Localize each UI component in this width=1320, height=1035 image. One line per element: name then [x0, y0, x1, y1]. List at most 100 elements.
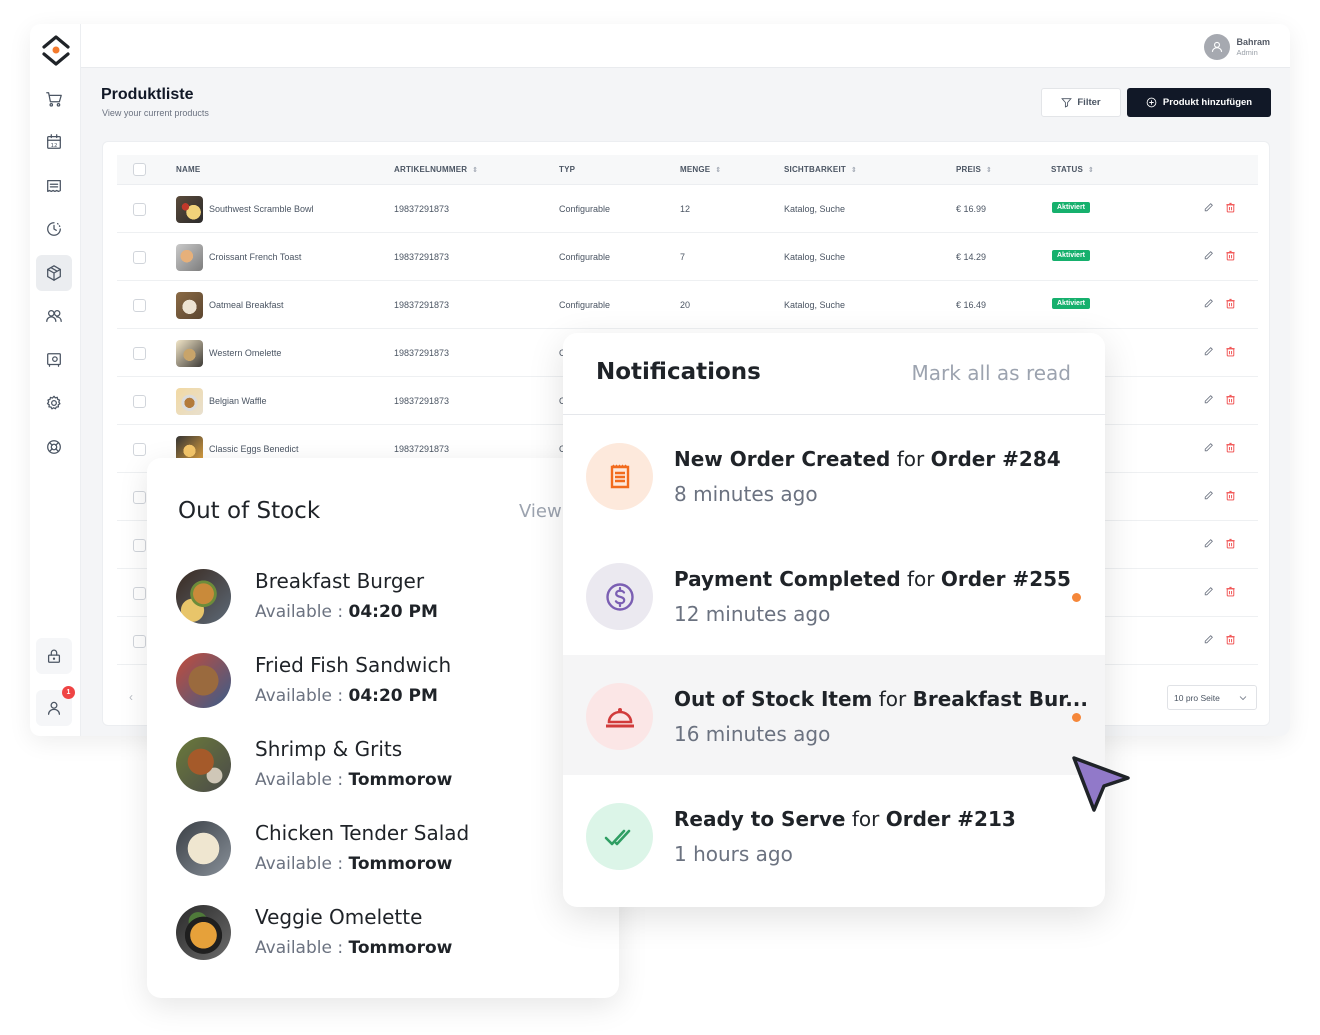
sidebar-item-finance[interactable] [36, 342, 72, 378]
out-of-stock-item[interactable]: Chicken Tender Salad Available : Tommoro… [176, 821, 596, 881]
table-row[interactable]: Oatmeal Breakfast 19837291873 Configurable… [117, 281, 1258, 329]
delete-icon[interactable] [1225, 490, 1236, 501]
product-price: € 16.99 [956, 204, 987, 214]
out-of-stock-item[interactable]: Fried Fish Sandwich Available : 04:20 PM [176, 653, 596, 713]
select-all-checkbox[interactable] [133, 163, 146, 176]
delete-icon[interactable] [1225, 634, 1236, 645]
out-of-stock-item[interactable]: Shrimp & Grits Available : Tommorow [176, 737, 596, 797]
notification-time: 1 hours ago [674, 842, 793, 866]
notification-item[interactable]: Out of Stock Item for Breakfast Bur... 1… [563, 655, 1105, 775]
row-checkbox[interactable] [133, 251, 146, 264]
view-all-link[interactable]: View [519, 501, 562, 522]
delete-icon[interactable] [1225, 298, 1236, 309]
row-checkbox[interactable] [133, 299, 146, 312]
sidebar-item-customers[interactable] [36, 298, 72, 334]
food-image [176, 569, 231, 624]
row-checkbox[interactable] [133, 539, 146, 552]
product-name[interactable]: Belgian Waffle [209, 396, 267, 406]
mark-all-read-button[interactable]: Mark all as read [912, 361, 1071, 385]
row-checkbox[interactable] [133, 491, 146, 504]
row-checkbox[interactable] [133, 395, 146, 408]
sidebar-item-lock[interactable] [36, 638, 72, 674]
delete-icon[interactable] [1225, 538, 1236, 549]
product-thumbnail [176, 340, 203, 367]
product-name[interactable]: Oatmeal Breakfast [209, 300, 284, 310]
edit-icon[interactable] [1203, 250, 1214, 261]
food-image [176, 905, 231, 960]
notifications-panel: Notifications Mark all as read New Order… [563, 333, 1105, 907]
notification-item[interactable]: New Order Created for Order #284 8 minut… [563, 415, 1105, 535]
cart-icon [46, 92, 62, 107]
sidebar-item-orders[interactable] [36, 168, 72, 204]
sidebar-item-calendar[interactable]: 12 [36, 124, 72, 160]
user-menu[interactable]: Bahram Admin [1204, 34, 1270, 60]
product-type: Configurable [559, 252, 611, 262]
product-name[interactable]: Croissant French Toast [209, 252, 301, 262]
delete-icon[interactable] [1225, 586, 1236, 597]
product-name[interactable]: Western Omelette [209, 348, 281, 358]
notification-item[interactable]: Payment Completed for Order #255 12 minu… [563, 535, 1105, 655]
row-checkbox[interactable] [133, 347, 146, 360]
edit-icon[interactable] [1203, 346, 1214, 357]
sort-icon: ⇕ [986, 167, 993, 174]
column-header-visibility[interactable]: SICHTBARKEIT ⇕ [784, 165, 857, 174]
sort-icon: ⇕ [1088, 167, 1095, 174]
item-availability: Available : Tommorow [255, 770, 453, 790]
row-checkbox[interactable] [133, 587, 146, 600]
users-icon [46, 309, 62, 323]
notification-item[interactable]: Ready to Serve for Order #213 1 hours ag… [563, 775, 1105, 895]
out-of-stock-item[interactable]: Veggie Omelette Available : Tommorow [176, 905, 596, 965]
avatar [1204, 34, 1231, 60]
delete-icon[interactable] [1225, 442, 1236, 453]
delete-icon[interactable] [1225, 202, 1236, 213]
column-header-price[interactable]: PREIS ⇕ [956, 165, 992, 174]
sidebar-item-settings[interactable] [36, 385, 72, 421]
product-type: Configurable [559, 300, 611, 310]
column-header-name[interactable]: NAME [176, 165, 200, 174]
row-checkbox[interactable] [133, 203, 146, 216]
add-product-button[interactable]: Produkt hinzufügen [1127, 88, 1271, 117]
column-header-sku[interactable]: ARTIKELNUMMER ⇕ [394, 165, 478, 174]
notification-time: 16 minutes ago [674, 722, 831, 746]
edit-icon[interactable] [1203, 202, 1214, 213]
column-header-qty[interactable]: MENGE ⇕ [680, 165, 721, 174]
edit-icon[interactable] [1203, 634, 1214, 645]
delete-icon[interactable] [1225, 250, 1236, 261]
edit-icon[interactable] [1203, 442, 1214, 453]
delete-icon[interactable] [1225, 346, 1236, 357]
edit-icon[interactable] [1203, 298, 1214, 309]
table-row[interactable]: Southwest Scramble Bowl 19837291873 Config… [117, 185, 1258, 233]
per-page-select[interactable]: 10 pro Seite [1167, 685, 1257, 710]
lifebuoy-icon [47, 440, 61, 454]
edit-icon[interactable] [1203, 586, 1214, 597]
product-name[interactable]: Southwest Scramble Bowl [209, 204, 314, 214]
food-image [176, 821, 231, 876]
previous-page-button[interactable]: ‹ [129, 690, 133, 704]
sidebar-item-profile[interactable]: 1 [36, 686, 75, 726]
product-sku: 19837291873 [394, 396, 450, 406]
sidebar-item-history[interactable] [36, 211, 72, 247]
column-header-status[interactable]: STATUS ⇕ [1051, 165, 1094, 174]
edit-icon[interactable] [1203, 538, 1214, 549]
item-availability: Available : Tommorow [255, 854, 453, 874]
product-name[interactable]: Classic Eggs Benedict [209, 444, 299, 454]
sidebar-item-support[interactable] [36, 429, 72, 465]
filter-button[interactable]: Filter [1041, 88, 1121, 117]
sidebar: 12 1 [30, 24, 81, 736]
delete-icon[interactable] [1225, 394, 1236, 405]
edit-icon[interactable] [1203, 394, 1214, 405]
table-row[interactable]: Croissant French Toast 19837291873 Configu… [117, 233, 1258, 281]
sort-icon: ⇕ [715, 167, 722, 174]
receipt-icon [47, 179, 61, 193]
row-checkbox[interactable] [133, 443, 146, 456]
out-of-stock-item[interactable]: Breakfast Burger Available : 04:20 PM [176, 569, 596, 629]
sidebar-item-products[interactable] [36, 255, 72, 291]
cloche-icon [586, 683, 653, 750]
edit-icon[interactable] [1203, 490, 1214, 501]
product-visibility: Katalog, Suche [784, 204, 846, 214]
box-icon [47, 265, 61, 281]
column-header-type[interactable]: TYP [559, 165, 575, 174]
status-badge: Aktiviert [1052, 202, 1091, 213]
sidebar-item-cart[interactable] [36, 81, 72, 117]
row-checkbox[interactable] [133, 635, 146, 648]
